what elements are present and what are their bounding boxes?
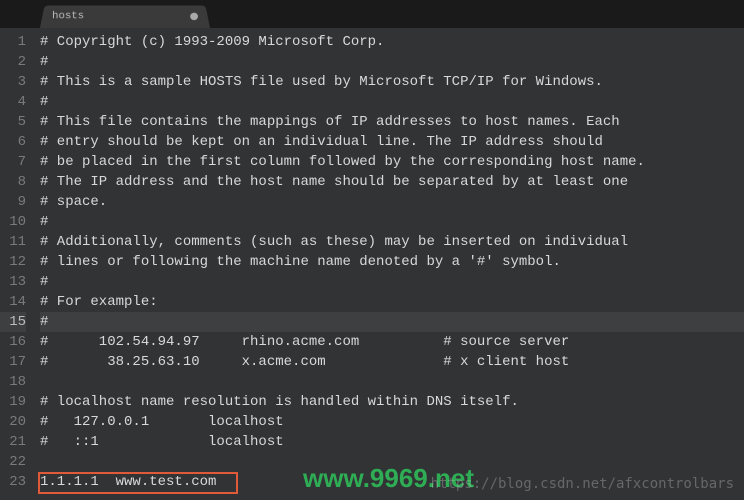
code-line[interactable]: # (40, 212, 744, 232)
code-line[interactable]: # Copyright (c) 1993-2009 Microsoft Corp… (40, 32, 744, 52)
line-number-gutter: 1234567891011121314151617181920212223 (0, 32, 34, 500)
line-number: 13 (0, 272, 26, 292)
line-number: 11 (0, 232, 26, 252)
code-line[interactable]: # (40, 92, 744, 112)
code-line[interactable]: # (40, 272, 744, 292)
line-number: 23 (0, 472, 26, 492)
code-line[interactable]: # For example: (40, 292, 744, 312)
code-line[interactable]: # ::1 localhost (40, 432, 744, 452)
code-line[interactable]: # This is a sample HOSTS file used by Mi… (40, 72, 744, 92)
line-number: 21 (0, 432, 26, 452)
line-number: 1 (0, 32, 26, 52)
line-number: 15 (0, 312, 26, 332)
line-number: 20 (0, 412, 26, 432)
code-line[interactable]: # 102.54.94.97 rhino.acme.com # source s… (40, 332, 744, 352)
code-line[interactable]: # be placed in the first column followed… (40, 152, 744, 172)
line-number: 16 (0, 332, 26, 352)
code-line[interactable] (40, 372, 744, 392)
line-number: 17 (0, 352, 26, 372)
tab-hosts[interactable]: hosts (40, 5, 210, 28)
code-line[interactable]: # The IP address and the host name shoul… (40, 172, 744, 192)
line-number: 3 (0, 72, 26, 92)
line-number: 19 (0, 392, 26, 412)
line-number: 10 (0, 212, 26, 232)
code-line[interactable]: # localhost name resolution is handled w… (40, 392, 744, 412)
code-editor[interactable]: 1234567891011121314151617181920212223 # … (0, 28, 744, 500)
code-line[interactable]: # 38.25.63.10 x.acme.com # x client host (40, 352, 744, 372)
code-line[interactable]: # (40, 52, 744, 72)
code-line[interactable]: # (40, 312, 744, 332)
line-number: 7 (0, 152, 26, 172)
tab-bar: hosts (0, 0, 744, 28)
tab-title: hosts (52, 11, 182, 22)
dirty-indicator-icon (190, 13, 198, 20)
line-number: 12 (0, 252, 26, 272)
line-number: 6 (0, 132, 26, 152)
code-line[interactable]: # space. (40, 192, 744, 212)
line-number: 8 (0, 172, 26, 192)
line-number: 18 (0, 372, 26, 392)
line-number: 14 (0, 292, 26, 312)
line-number: 22 (0, 452, 26, 472)
line-number: 2 (0, 52, 26, 72)
code-line[interactable]: # Additionally, comments (such as these)… (40, 232, 744, 252)
line-number: 4 (0, 92, 26, 112)
editor-window: hosts 1234567891011121314151617181920212… (0, 0, 744, 500)
code-line[interactable]: # lines or following the machine name de… (40, 252, 744, 272)
code-line[interactable]: # This file contains the mappings of IP … (40, 112, 744, 132)
line-number: 5 (0, 112, 26, 132)
watermark-source: https://blog.csdn.net/afxcontrolbars (431, 476, 734, 492)
code-line[interactable]: # entry should be kept on an individual … (40, 132, 744, 152)
line-number: 9 (0, 192, 26, 212)
code-line[interactable]: # 127.0.0.1 localhost (40, 412, 744, 432)
code-content[interactable]: # Copyright (c) 1993-2009 Microsoft Corp… (34, 32, 744, 500)
